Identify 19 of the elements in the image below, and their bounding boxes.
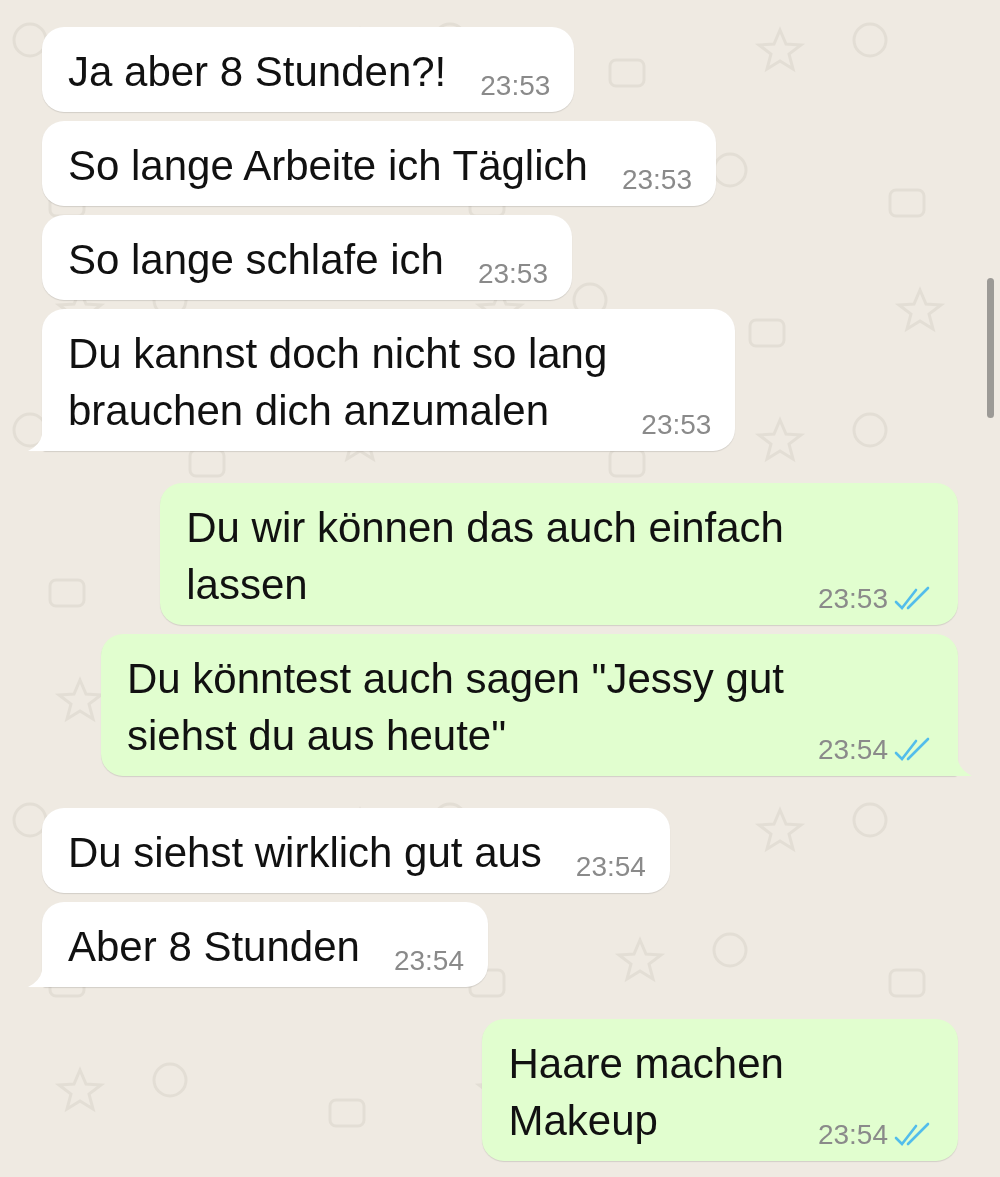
message-time: 23:53	[641, 409, 712, 441]
message-text: So lange schlafe ich	[68, 235, 444, 285]
message-text: Du kannst doch nicht so lang brauchen dich anzumalen	[68, 329, 608, 436]
scrollbar[interactable]	[987, 278, 994, 418]
message-text: Du siehst wirklich gut aus	[68, 828, 542, 878]
message-text: So lange Arbeite ich Täglich	[68, 141, 588, 191]
message-time: 23:53	[477, 258, 548, 290]
message-time: 23:54	[575, 851, 646, 883]
message-time: 23:53	[621, 164, 692, 196]
message-time: 23:53	[480, 70, 551, 102]
message-text: Ja aber 8 Stunden?!	[68, 47, 447, 97]
message-text: Du wir können das auch einfach lassen	[186, 503, 784, 610]
message-time: 23:54	[817, 1119, 888, 1151]
message-text: Aber 8 Stunden	[68, 922, 360, 972]
message-time: 23:54	[817, 734, 888, 766]
message-text: Haare machen Makeup	[508, 1039, 784, 1146]
message-time: 23:53	[817, 583, 888, 615]
message-text: Du könntest auch sagen "Jessy gut siehst du aus heute"	[126, 654, 784, 761]
message-time: 23:54	[393, 945, 464, 977]
